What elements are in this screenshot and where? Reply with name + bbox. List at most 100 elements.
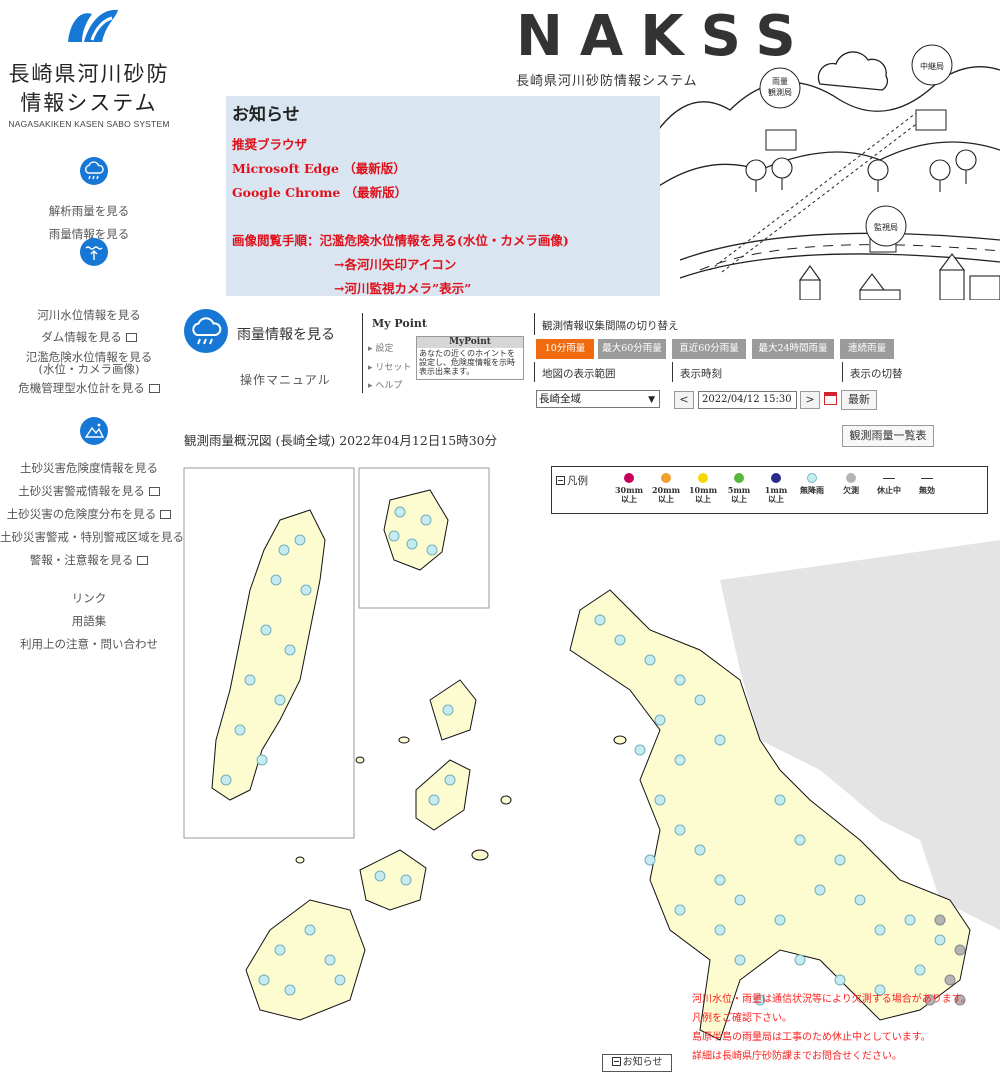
latest-button[interactable]: 最新 — [841, 390, 877, 410]
sidebar-link-sabo-distribution[interactable]: 土砂災害の危険度分布を見る — [0, 507, 178, 521]
station-marker-no-rain[interactable] — [694, 694, 706, 706]
water-level-icon — [80, 238, 108, 266]
station-marker-no-rain[interactable] — [324, 954, 336, 966]
legend-item: 1mm 以上 — [757, 473, 795, 504]
station-marker-no-rain[interactable] — [674, 754, 686, 766]
tab-max-24h-rain[interactable]: 最大24時間雨量 — [752, 339, 834, 359]
calendar-icon[interactable] — [824, 392, 837, 405]
notice-toggle-button[interactable]: お知らせ — [602, 1054, 672, 1072]
station-marker-no-rain[interactable] — [774, 794, 786, 806]
station-marker-no-rain[interactable] — [774, 914, 786, 926]
station-marker-no-rain[interactable] — [634, 744, 646, 756]
station-marker-no-rain[interactable] — [714, 874, 726, 886]
station-marker-no-rain[interactable] — [874, 924, 886, 936]
tab-continuous-rain[interactable]: 連続雨量 — [840, 339, 894, 359]
tab-recent-60min-rain[interactable]: 直近60分雨量 — [672, 339, 746, 359]
station-marker-no-rain[interactable] — [734, 894, 746, 906]
sidebar-link-sabo-zone[interactable]: 土砂災害警戒・特別警戒区域を見る — [0, 530, 184, 544]
mypoint-settings-link[interactable]: ▸ 設定 — [368, 341, 393, 354]
station-marker-missing[interactable] — [944, 974, 956, 986]
station-marker-no-rain[interactable] — [444, 774, 456, 786]
station-marker-no-rain[interactable] — [258, 974, 270, 986]
station-marker-no-rain[interactable] — [794, 834, 806, 846]
rain-list-button[interactable]: 観測雨量一覧表 — [842, 425, 934, 447]
station-marker-no-rain[interactable] — [334, 974, 346, 986]
station-marker-no-rain[interactable] — [814, 884, 826, 896]
time-input[interactable]: 2022/04/12 15:30 — [698, 391, 797, 409]
station-marker-no-rain[interactable] — [270, 574, 282, 586]
station-marker-no-rain[interactable] — [834, 974, 846, 986]
station-marker-no-rain[interactable] — [426, 544, 438, 556]
station-marker-no-rain[interactable] — [694, 844, 706, 856]
sidebar-link-analysis-rain[interactable]: 解析雨量を見る — [0, 204, 178, 218]
tab-max-60min-rain[interactable]: 最大60分雨量 — [598, 339, 666, 359]
station-marker-no-rain[interactable] — [854, 894, 866, 906]
station-marker-no-rain[interactable] — [260, 624, 272, 636]
station-marker-no-rain[interactable] — [284, 644, 296, 656]
station-marker-no-rain[interactable] — [674, 674, 686, 686]
sidebar-link-flood-danger[interactable]: 氾濫危険水位情報を見る (水位・カメラ画像) — [0, 351, 178, 375]
station-marker-no-rain[interactable] — [394, 506, 406, 518]
station-marker-no-rain[interactable] — [234, 724, 246, 736]
station-marker-no-rain[interactable] — [644, 854, 656, 866]
tab-10min-rain[interactable]: 10分雨量 — [536, 339, 594, 359]
area-select[interactable]: 長崎全域 ▼ — [536, 390, 660, 408]
station-marker-no-rain[interactable] — [420, 514, 432, 526]
manual-link[interactable]: 操作マニュアル — [240, 371, 331, 388]
station-marker-missing[interactable] — [954, 944, 966, 956]
station-marker-no-rain[interactable] — [834, 854, 846, 866]
notice-line: →河川監視カメラ”表示” — [334, 281, 472, 296]
map-note: 島原半島の雨量局は工事のため休止中としています。 — [692, 1032, 931, 1043]
legend-label: 5mm 以上 — [727, 485, 751, 504]
mypoint-help-link[interactable]: ▸ ヘルプ — [368, 378, 402, 391]
station-marker-missing[interactable] — [934, 914, 946, 926]
station-marker-no-rain[interactable] — [674, 824, 686, 836]
station-marker-no-rain[interactable] — [714, 734, 726, 746]
station-marker-no-rain[interactable] — [278, 544, 290, 556]
station-marker-no-rain[interactable] — [294, 534, 306, 546]
sidebar-link-river-level[interactable]: 河川水位情報を見る — [0, 308, 178, 322]
sidebar-link-dam[interactable]: ダム情報を見る — [0, 330, 178, 344]
sidebar-link-links[interactable]: リンク — [0, 591, 178, 605]
station-marker-no-rain[interactable] — [714, 924, 726, 936]
station-marker-no-rain[interactable] — [644, 654, 656, 666]
logo-icon[interactable] — [62, 4, 124, 46]
sidebar-link-glossary[interactable]: 用語集 — [0, 614, 178, 628]
station-marker-no-rain[interactable] — [304, 924, 316, 936]
legend-title[interactable]: 凡例 — [556, 473, 588, 488]
station-marker-no-rain[interactable] — [904, 914, 916, 926]
prev-time-button[interactable]: < — [674, 391, 694, 409]
station-marker-no-rain[interactable] — [406, 538, 418, 550]
mypoint-reset-link[interactable]: ▸ リセット — [368, 360, 411, 373]
station-marker-no-rain[interactable] — [244, 674, 256, 686]
sidebar-link-alerts[interactable]: 警報・注意報を見る — [0, 553, 178, 567]
station-marker-no-rain[interactable] — [594, 614, 606, 626]
station-marker-no-rain[interactable] — [400, 874, 412, 886]
station-marker-no-rain[interactable] — [284, 984, 296, 996]
station-marker-no-rain[interactable] — [256, 754, 268, 766]
station-marker-no-rain[interactable] — [274, 944, 286, 956]
station-marker-no-rain[interactable] — [428, 794, 440, 806]
station-marker-no-rain[interactable] — [734, 954, 746, 966]
sidebar-link-crisis-gauge[interactable]: 危機管理型水位計を見る — [0, 381, 178, 395]
station-marker-no-rain[interactable] — [274, 694, 286, 706]
station-marker-no-rain[interactable] — [442, 704, 454, 716]
station-marker-no-rain[interactable] — [794, 954, 806, 966]
next-time-button[interactable]: > — [800, 391, 820, 409]
station-marker-no-rain[interactable] — [220, 774, 232, 786]
station-marker-no-rain[interactable] — [300, 584, 312, 596]
station-marker-no-rain[interactable] — [654, 794, 666, 806]
station-marker-no-rain[interactable] — [674, 904, 686, 916]
station-marker-no-rain[interactable] — [934, 934, 946, 946]
station-marker-no-rain[interactable] — [914, 964, 926, 976]
sidebar-link-sabo-risk[interactable]: 土砂災害危険度情報を見る — [0, 461, 178, 475]
rain-map[interactable] — [180, 460, 1000, 1075]
station-marker-no-rain[interactable] — [654, 714, 666, 726]
sidebar-link-notes-contact[interactable]: 利用上の注意・問い合わせ — [0, 637, 178, 651]
rain-cloud-icon — [184, 309, 228, 353]
sidebar-link-sabo-warning[interactable]: 土砂災害警戒情報を見る — [0, 484, 178, 498]
station-marker-no-rain[interactable] — [614, 634, 626, 646]
station-marker-no-rain[interactable] — [388, 530, 400, 542]
station-marker-no-rain[interactable] — [374, 870, 386, 882]
mypoint-box-title: MyPoint — [417, 337, 523, 348]
